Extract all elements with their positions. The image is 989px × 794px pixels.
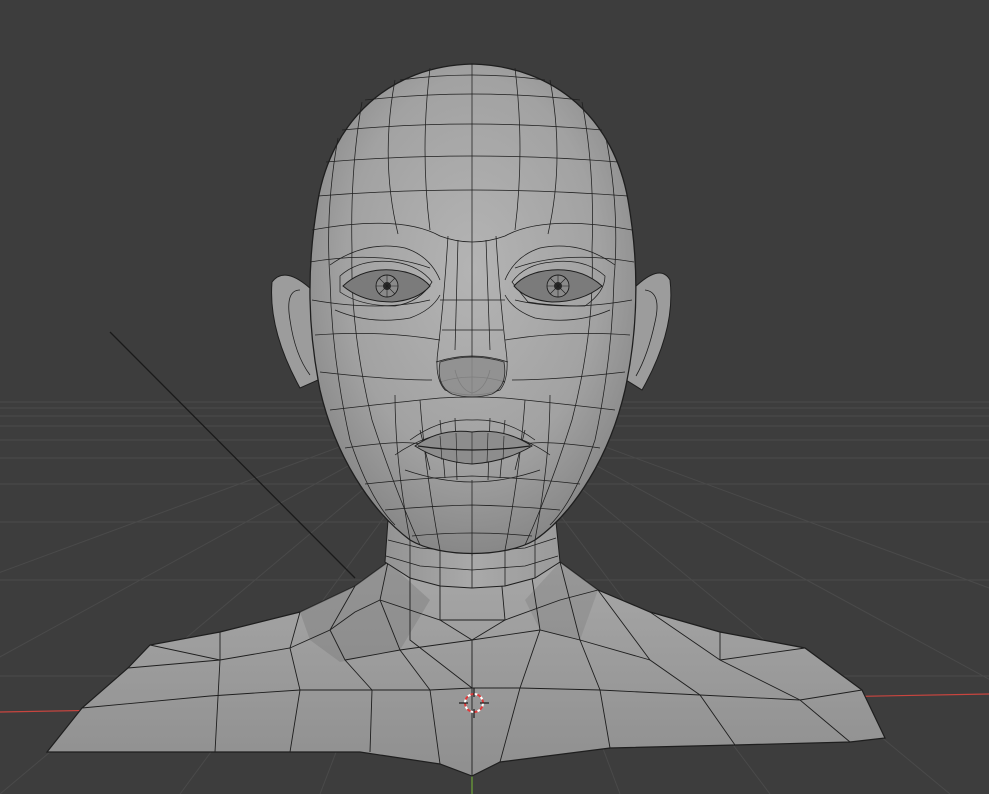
- nose-tip: [438, 356, 506, 398]
- mesh-bust[interactable]: [45, 63, 886, 777]
- mesh-shoulders[interactable]: [45, 561, 886, 777]
- viewport-canvas[interactable]: [0, 0, 989, 794]
- 3d-viewport[interactable]: [0, 0, 989, 794]
- mesh-head[interactable]: [309, 63, 637, 555]
